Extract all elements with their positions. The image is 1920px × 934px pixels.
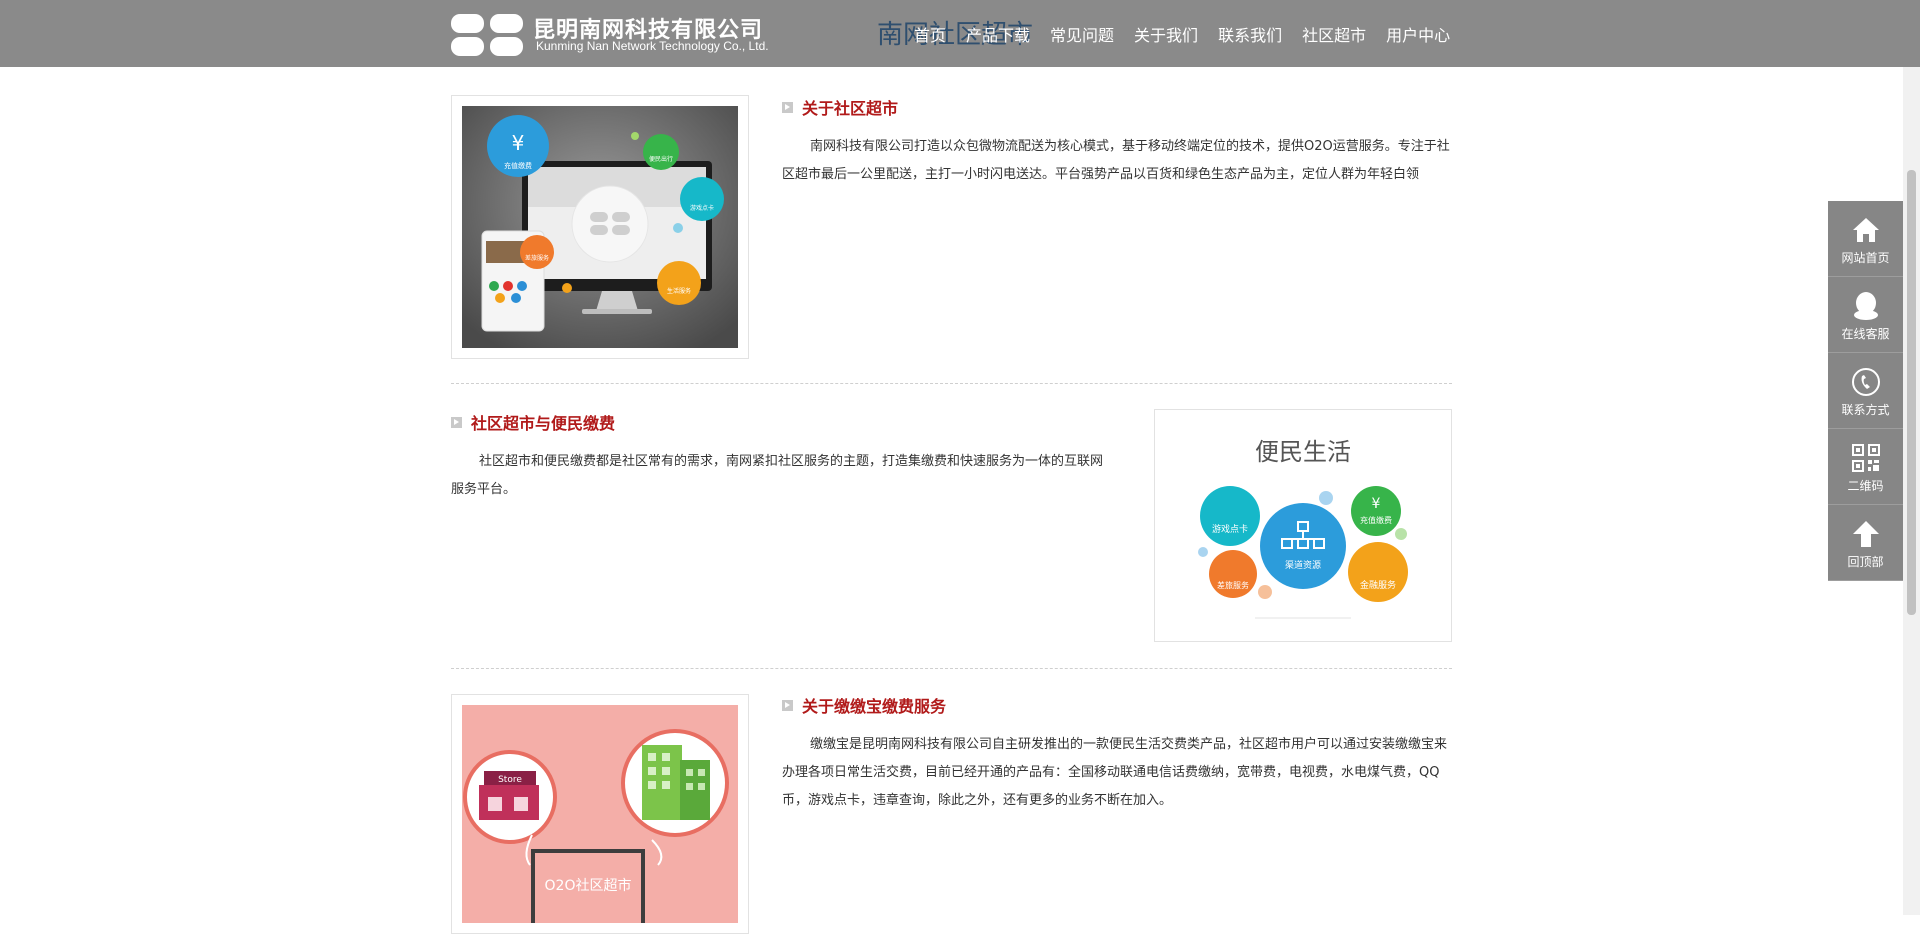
sidebar-item-label: 联系方式 — [1841, 403, 1890, 417]
home-icon — [1828, 213, 1903, 247]
section-image-frame: 便民生活 渠道资源 游戏点卡 ¥ 充值缴费 差旅服务 金融服务 — [1154, 409, 1452, 642]
nav-item-download[interactable]: 产品下载 — [966, 22, 1030, 46]
o2o-store-illustration-icon: Store O2O社区超市 — [462, 705, 738, 923]
section-image-frame: ¥ 充值缴费 便民出行 游戏点卡 差旅服务 生活服务 — [451, 95, 749, 359]
svg-text:游戏点卡: 游戏点卡 — [1212, 523, 1248, 535]
sidebar-item-qrcode[interactable]: 二维码 — [1828, 429, 1903, 505]
section-title: 关于社区超市 — [782, 95, 898, 119]
svg-text:充值缴费: 充值缴费 — [1360, 515, 1392, 525]
svg-text:O2O社区超市: O2O社区超市 — [545, 877, 632, 894]
nav-item-home[interactable]: 首页 — [914, 22, 946, 46]
section-description: 缴缴宝是昆明南网科技有限公司自主研发推出的一款便民生活交费类产品，社区超市用户可… — [782, 737, 1448, 808]
logo-mark-icon — [451, 12, 523, 58]
arrow-up-icon — [1828, 517, 1903, 551]
svg-text:¥: ¥ — [512, 131, 525, 155]
title-bullet-icon — [782, 699, 793, 711]
sidebar-item-online-service[interactable]: 在线客服 — [1828, 277, 1903, 353]
company-logo[interactable]: 昆明南网科技有限公司 Kunming Nan Network Technolog… — [451, 12, 776, 58]
section-about-market: ¥ 充值缴费 便民出行 游戏点卡 差旅服务 生活服务 关于社区超市 南网科技有限… — [451, 67, 1452, 384]
sidebar-item-label: 回顶部 — [1847, 555, 1884, 569]
o2o-platform-illustration: ¥ 充值缴费 便民出行 游戏点卡 差旅服务 生活服务 — [462, 106, 738, 348]
svg-text:游戏点卡: 游戏点卡 — [690, 204, 714, 212]
site-header: 昆明南网科技有限公司 Kunming Nan Network Technolog… — [0, 0, 1920, 67]
sidebar-item-home[interactable]: 网站首页 — [1828, 201, 1903, 277]
section-title-text: 社区超市与便民缴费 — [471, 414, 616, 433]
sidebar-item-back-to-top[interactable]: 回顶部 — [1828, 505, 1903, 581]
section-description: 南网科技有限公司打造以众包微物流配送为核心模式，基于移动终端定位的技术，提供O2… — [782, 139, 1450, 182]
svg-text:金融服务: 金融服务 — [1360, 579, 1396, 591]
section-description: 社区超市和便民缴费都是社区常有的需求，南网紧扣社区服务的主题，打造集缴费和快速服… — [451, 454, 1104, 497]
sidebar-item-contact[interactable]: 联系方式 — [1828, 353, 1903, 429]
floating-toolbar: 网站首页 在线客服 联系方式 二维码 回顶部 — [1828, 201, 1903, 581]
section-title-text: 关于社区超市 — [802, 99, 899, 118]
monitor-illustration-icon: ¥ 充值缴费 便民出行 游戏点卡 差旅服务 生活服务 — [462, 106, 738, 348]
svg-text:¥: ¥ — [1372, 496, 1381, 512]
svg-text:充值缴费: 充值缴费 — [504, 161, 532, 170]
title-bullet-icon — [451, 416, 462, 428]
section-title: 社区超市与便民缴费 — [451, 410, 615, 434]
nav-item-faq[interactable]: 常见问题 — [1050, 22, 1114, 46]
svg-text:渠道资源: 渠道资源 — [1285, 559, 1321, 571]
section-market-and-payment: 社区超市与便民缴费 社区超市和便民缴费都是社区常有的需求，南网紧扣社区服务的主题… — [451, 383, 1452, 669]
svg-text:生活服务: 生活服务 — [667, 287, 691, 295]
nav-item-about[interactable]: 关于我们 — [1134, 22, 1198, 46]
svg-text:便民出行: 便民出行 — [649, 155, 673, 163]
qrcode-icon — [1828, 441, 1903, 475]
nav-item-community-market[interactable]: 社区超市 — [1302, 22, 1366, 46]
main-content: ¥ 充值缴费 便民出行 游戏点卡 差旅服务 生活服务 关于社区超市 南网科技有限… — [451, 67, 1452, 934]
title-bullet-icon — [782, 101, 793, 113]
svg-text:差旅服务: 差旅服务 — [525, 254, 549, 262]
main-nav: 首页 产品下载 常见问题 关于我们 联系我们 社区超市 用户中心 — [914, 22, 1470, 46]
qq-icon — [1828, 289, 1903, 323]
section-jiaojiaobao: Store O2O社区超市 关于缴缴宝缴费服务 缴缴宝是昆明南网科技有限公司自主… — [451, 668, 1452, 934]
nav-item-contact[interactable]: 联系我们 — [1218, 22, 1282, 46]
sidebar-item-label: 二维码 — [1847, 479, 1884, 493]
page-scrollbar[interactable] — [1903, 0, 1920, 915]
section-image-frame: Store O2O社区超市 — [451, 694, 749, 934]
o2o-market-illustration: Store O2O社区超市 — [462, 705, 738, 923]
nav-item-user-center[interactable]: 用户中心 — [1386, 22, 1450, 46]
svg-text:Store: Store — [498, 775, 522, 785]
image-title: 便民生活 — [1255, 438, 1351, 466]
convenience-life-illustration-icon: 便民生活 渠道资源 游戏点卡 ¥ 充值缴费 差旅服务 金融服务 — [1198, 438, 1408, 619]
svg-text:差旅服务: 差旅服务 — [1217, 580, 1249, 590]
section-title-text: 关于缴缴宝缴费服务 — [802, 697, 947, 716]
company-name-en: Kunming Nan Network Technology Co., Ltd. — [536, 39, 769, 53]
scrollbar-thumb[interactable] — [1907, 170, 1916, 615]
section-title: 关于缴缴宝缴费服务 — [782, 693, 946, 717]
phone-icon — [1828, 365, 1903, 399]
sidebar-item-label: 网站首页 — [1841, 251, 1890, 265]
sidebar-item-label: 在线客服 — [1841, 327, 1890, 341]
